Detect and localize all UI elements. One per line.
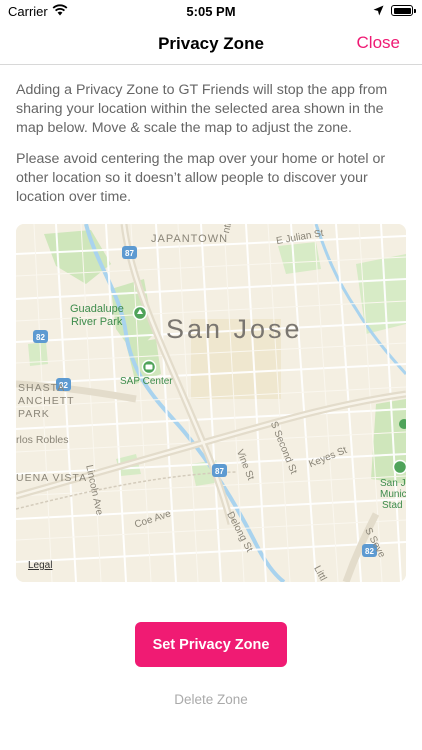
map-label-stadium: Stad bbox=[382, 500, 403, 511]
close-button[interactable]: Close bbox=[357, 33, 400, 53]
delete-zone-button[interactable]: Delete Zone bbox=[0, 692, 422, 707]
map-label-stadium: San J bbox=[380, 478, 406, 489]
svg-text:87: 87 bbox=[215, 467, 224, 476]
park-marker-icon[interactable] bbox=[132, 305, 148, 321]
map-label-neighborhood: PARK bbox=[18, 408, 50, 420]
nav-bar: Privacy Zone Close bbox=[0, 24, 422, 65]
route-87-shield: 87 bbox=[212, 464, 227, 477]
map-label-arena: SAP Center bbox=[120, 376, 173, 387]
description-paragraph: Adding a Privacy Zone to GT Friends will… bbox=[16, 82, 388, 136]
map-label-park: River Park bbox=[71, 316, 123, 328]
warning-paragraph: Please avoid centering the map over your… bbox=[16, 151, 386, 205]
status-bar: Carrier 5:05 PM bbox=[0, 0, 422, 24]
route-87-shield: 87 bbox=[122, 246, 137, 259]
map-label-city: San Jose bbox=[166, 314, 303, 344]
route-82-shield: 82 bbox=[33, 330, 48, 343]
map-label-neighborhood: ANCHETT bbox=[18, 395, 75, 407]
map-view[interactable]: 87 82 87 82 82 JAPANTOWN E Julian St Gua… bbox=[16, 224, 406, 582]
svg-text:82: 82 bbox=[36, 333, 45, 342]
stadium-marker-icon[interactable] bbox=[392, 459, 407, 475]
map-label-neighborhood: SHASTA bbox=[18, 382, 66, 394]
location-arrow-icon bbox=[373, 5, 384, 16]
set-privacy-zone-button[interactable]: Set Privacy Zone bbox=[135, 622, 287, 667]
clock: 5:05 PM bbox=[186, 4, 236, 19]
map-legal-link[interactable]: Legal bbox=[28, 560, 52, 571]
arena-marker-icon[interactable] bbox=[141, 359, 157, 375]
svg-text:87: 87 bbox=[125, 249, 134, 258]
map-label-neighborhood: rlos Robles bbox=[16, 434, 69, 446]
map-label-neighborhood: UENA VISTA bbox=[16, 472, 88, 484]
map-label-japantown: JAPANTOWN bbox=[151, 233, 229, 245]
map-label-stadium: Munic bbox=[380, 489, 406, 500]
battery-icon bbox=[391, 5, 416, 16]
map-label-park: Guadalupe bbox=[70, 303, 124, 315]
